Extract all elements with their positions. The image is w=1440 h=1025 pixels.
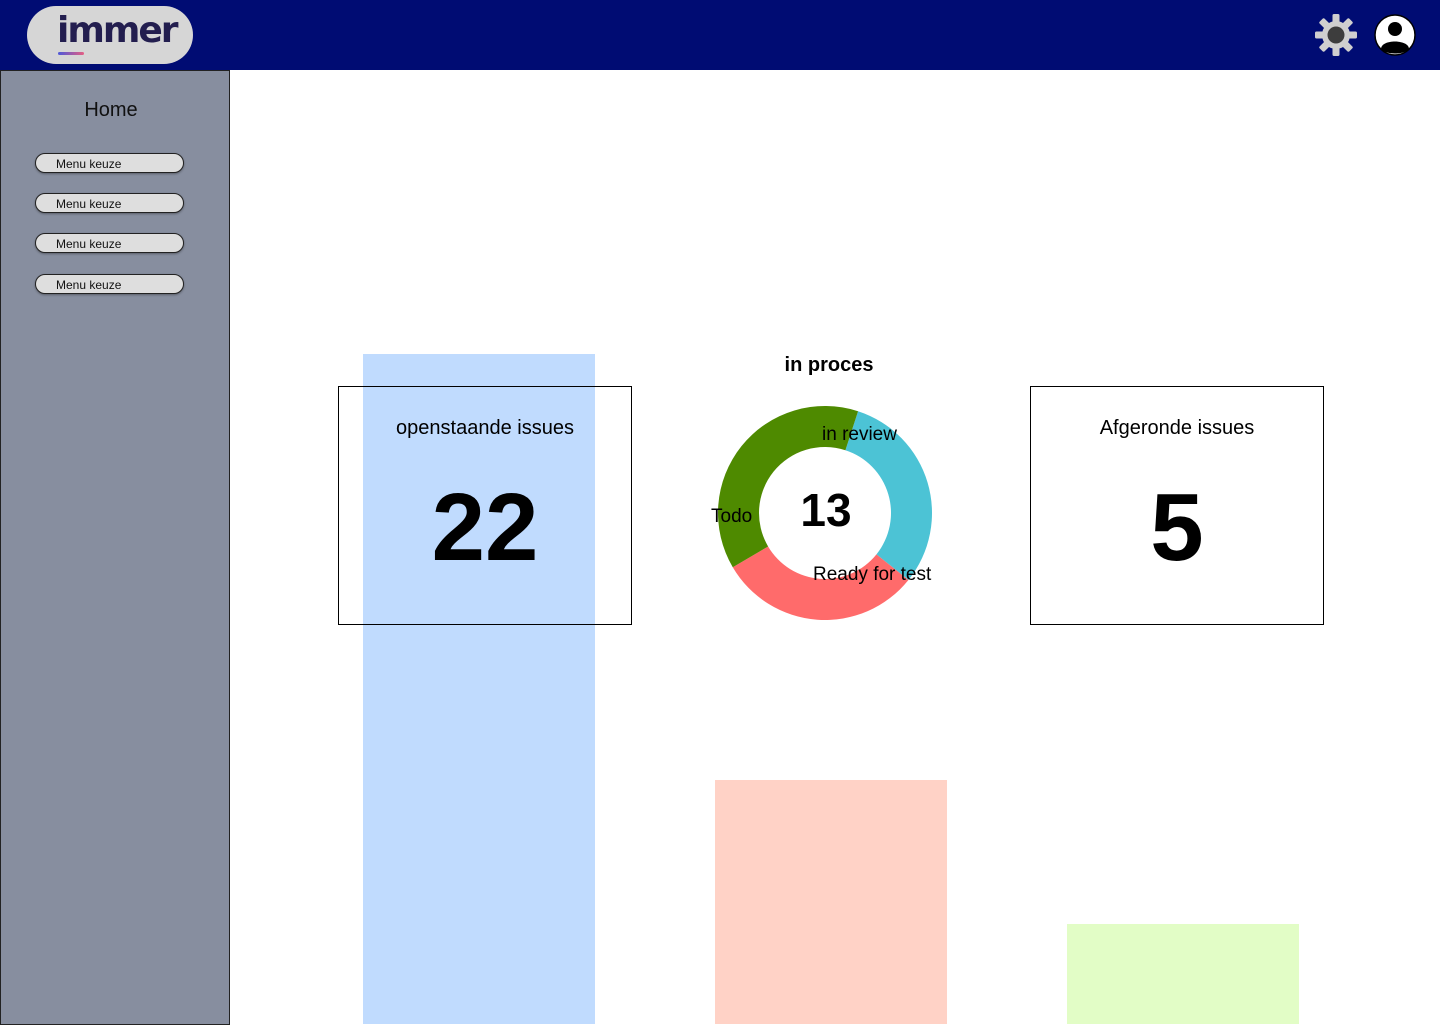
donut-chart-title: in proces	[784, 354, 874, 376]
gear-icon[interactable]	[1314, 13, 1358, 57]
donut-label-in-review: in review	[822, 424, 897, 445]
done-issues-count: 5	[1150, 474, 1204, 581]
open-issues-card[interactable]: openstaande issues 22	[338, 386, 632, 625]
donut-label-todo: Todo	[711, 506, 753, 527]
background-bar-in-process	[715, 780, 947, 1024]
sidebar-menu-item-2[interactable]: Menu keuze	[35, 193, 184, 213]
logo-text: immer	[57, 10, 179, 51]
open-issues-count: 22	[431, 474, 539, 581]
open-issues-title: openstaande issues	[396, 417, 574, 439]
sidebar-menu-item-1[interactable]: Menu keuze	[35, 153, 184, 173]
user-icon[interactable]	[1373, 13, 1417, 57]
logo-underline	[58, 52, 84, 55]
done-issues-title: Afgeronde issues	[1099, 417, 1255, 439]
donut-label-ready-for-test: Ready for test	[813, 564, 932, 585]
sidebar-menu-item-3[interactable]: Menu keuze	[35, 233, 184, 253]
sidebar-title[interactable]: Home	[1, 99, 221, 122]
done-issues-card[interactable]: Afgeronde issues 5	[1030, 386, 1324, 625]
sidebar: Home Menu keuze Menu keuze Menu keuze Me…	[0, 70, 230, 1025]
background-bar-done	[1067, 924, 1299, 1024]
top-navigation-bar: immer	[0, 0, 1440, 70]
sidebar-menu-item-4[interactable]: Menu keuze	[35, 274, 184, 294]
logo[interactable]: immer	[27, 6, 193, 64]
donut-total: 13	[800, 484, 852, 536]
